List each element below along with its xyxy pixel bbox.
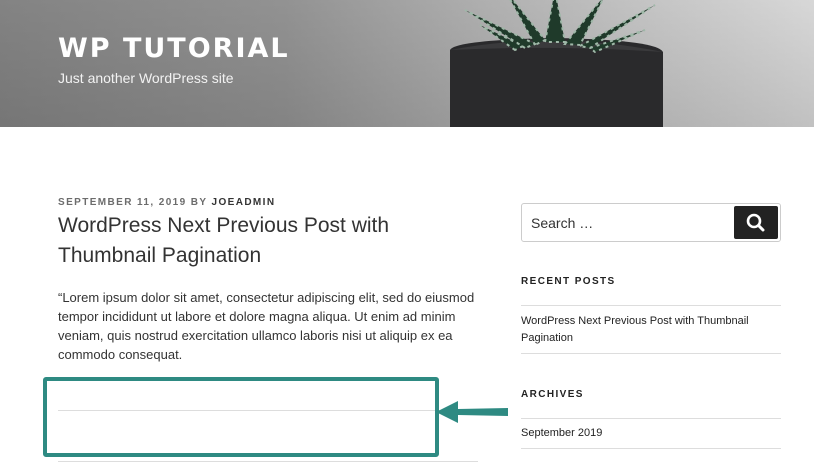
post-excerpt: “Lorem ipsum dolor sit amet, consectetur… [58, 290, 475, 362]
recent-posts-title: RECENT POSTS [521, 276, 616, 287]
search-input[interactable] [522, 204, 731, 241]
recent-post-link[interactable]: WordPress Next Previous Post with Thumbn… [521, 313, 779, 347]
post-author[interactable]: JOEADMIN [211, 197, 275, 208]
post-by-label: BY [190, 197, 208, 208]
header-plant-image [450, 0, 663, 127]
site-title[interactable]: WP TUTORIAL [58, 33, 290, 64]
highlight-box [43, 377, 439, 457]
archives-divider [521, 418, 781, 419]
site-header: WP TUTORIAL Just another WordPress site [0, 0, 814, 127]
site-description: Just another WordPress site [58, 70, 234, 86]
search-button[interactable] [734, 206, 778, 239]
post-date[interactable]: SEPTEMBER 11, 2019 [58, 197, 187, 208]
archives-divider [521, 448, 781, 449]
post-title[interactable]: WordPress Next Previous Post with Thumbn… [58, 211, 458, 271]
recent-posts-divider [521, 353, 781, 354]
recent-posts-divider [521, 305, 781, 306]
post-nav-divider [58, 461, 478, 462]
search-icon [746, 213, 765, 232]
post-meta: SEPTEMBER 11, 2019 BY JOEADMIN [58, 197, 275, 208]
archives-title: ARCHIVES [521, 389, 584, 400]
archive-link-september-2019[interactable]: September 2019 [521, 425, 779, 442]
arrow-left-icon [436, 401, 508, 423]
search-form [521, 203, 781, 242]
